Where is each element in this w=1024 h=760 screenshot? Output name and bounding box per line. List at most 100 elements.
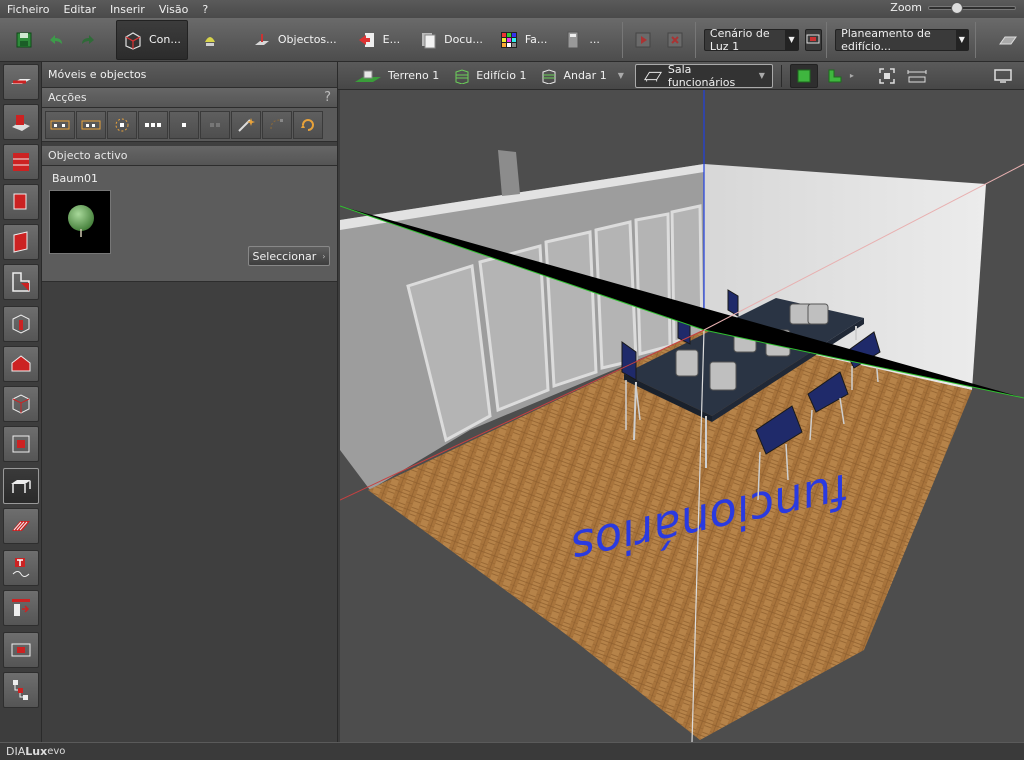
dimension-button[interactable] [906,65,928,87]
facades-mode-button[interactable]: Fa... [493,20,554,60]
menu-inserir[interactable]: Inserir [103,3,152,16]
dimension-icon [907,69,927,82]
roof-icon [11,355,31,372]
fit-view-icon [879,67,895,84]
magic-wand-icon [238,117,255,132]
main-toolbar: Con... Objectos... E... Docu... Fa... ..… [0,18,1024,62]
active-object-header: Objecto activo [42,146,337,166]
row-arrange-button[interactable] [138,110,168,139]
tab-floor[interactable]: Andar 1 ▼ [533,64,630,88]
select-button[interactable]: Seleccionar › [248,246,330,266]
view-dropdown-icon[interactable]: ▸ [850,71,854,80]
furniture-tool-button[interactable] [3,468,39,504]
box-tool-button[interactable] [3,306,39,342]
stop-button[interactable] [659,20,691,60]
site-tool-button[interactable] [3,64,39,100]
zoom-control: Zoom [890,1,1016,14]
furniture-panel: Móveis e objectos Acções ? Objecto activ… [42,62,338,742]
planning-value: Planeamento de edifício... [841,26,931,53]
zoom-slider[interactable] [928,1,1016,14]
storey-tool-button[interactable] [3,144,39,180]
help-icon[interactable]: ? [324,90,331,105]
light-scene-settings-button[interactable] [804,28,823,51]
light-mode-button[interactable] [194,20,226,60]
row-arrange-icon [145,122,161,127]
cube-tool-button[interactable] [3,386,39,422]
monitor-icon [806,34,820,43]
hierarchy-icon [13,680,28,700]
roof-tool-button[interactable] [3,346,39,382]
play-button[interactable] [627,20,659,60]
align-left-button[interactable] [45,110,75,139]
3d-scene[interactable]: funcionários [340,90,1024,742]
pair-object-button[interactable] [200,110,230,139]
l-shape-icon [828,69,842,82]
undo-icon [50,34,62,44]
l-shape-view-button[interactable] [822,64,848,88]
objects-mode-button[interactable]: Objectos... [246,20,343,60]
brand-suffix: evo [47,746,66,757]
solid-view-button[interactable] [789,63,818,88]
site-icon [11,79,31,84]
magic-wand-button[interactable] [231,110,261,139]
documentation-mode-button[interactable]: Docu... [412,20,489,60]
zoom-slider-knob[interactable] [951,1,963,14]
construction-mode-button[interactable]: Con... [116,19,188,60]
measure-tool-button[interactable] [3,590,39,626]
light-scene-dropdown[interactable]: Cenário de Luz 1 ▼ [703,27,799,53]
placement-tool-button[interactable] [3,632,39,668]
app-window: Ficheiro Editar Inserir Visão ? Zoom Con… [0,0,1024,760]
tab-room[interactable]: Sala funcionários ▼ [634,63,773,89]
monitor-icon [994,68,1012,83]
room-tool-button[interactable] [3,264,39,300]
more-mode-button[interactable]: ... [557,20,606,60]
distribute-button[interactable] [107,110,137,139]
rotate-selection-icon [270,118,283,129]
documentation-mode-label: Docu... [444,33,483,46]
menu-ficheiro[interactable]: Ficheiro [0,3,56,16]
tab-terrain-label: Terreno 1 [388,69,440,82]
redo-button[interactable] [72,20,104,60]
wall-tool-button[interactable] [3,184,39,220]
3d-viewport[interactable]: funcionários [340,90,1024,742]
actions-header: Acções ? [42,88,337,108]
align-center-button[interactable] [76,110,106,139]
left-tool-bar [0,62,42,742]
menu-visao[interactable]: Visão [152,3,196,16]
text-tool-button[interactable] [3,550,39,586]
rotate-selection-button[interactable] [262,110,292,139]
export-mode-button[interactable]: E... [351,20,406,60]
single-object-button[interactable] [169,110,199,139]
extrusion-tool-button[interactable] [3,426,39,462]
tab-building[interactable]: Edifício 1 [446,64,533,88]
save-button[interactable] [0,20,40,60]
color-grid-icon [500,31,517,48]
hierarchy-tool-button[interactable] [3,672,39,708]
tab-terrain[interactable]: Terreno 1 [346,64,446,88]
surface-tool-button[interactable] [3,508,39,544]
building-icon [12,115,30,131]
objects-mode-label: Objectos... [277,33,337,46]
building-tool-button[interactable] [3,104,39,140]
actions-title: Acções [48,91,87,104]
display-settings-button[interactable] [992,65,1014,87]
tab-building-label: Edifício 1 [476,69,527,82]
fit-view-button[interactable] [876,65,898,87]
chevron-right-icon: › [322,251,326,261]
text-icon [12,558,30,577]
tree-thumbnail [49,190,111,254]
redo-icon [82,34,94,44]
opening-tool-button[interactable] [3,224,39,260]
menu-help[interactable]: ? [195,3,215,16]
chevron-down-icon: ▼ [955,29,968,50]
building-storey-icon [455,68,469,84]
ground-plane-button[interactable] [992,20,1024,60]
menu-editar[interactable]: Editar [56,3,103,16]
undo-button[interactable] [40,20,72,60]
floor-dropdown-icon[interactable]: ▼ [618,71,624,80]
export-mode-label: E... [382,33,401,46]
brand-prefix: DIA [6,745,26,758]
planning-dropdown[interactable]: Planeamento de edifício... ▼ [835,26,969,53]
refresh-button[interactable] [293,110,323,139]
room-plan-icon [643,71,662,81]
